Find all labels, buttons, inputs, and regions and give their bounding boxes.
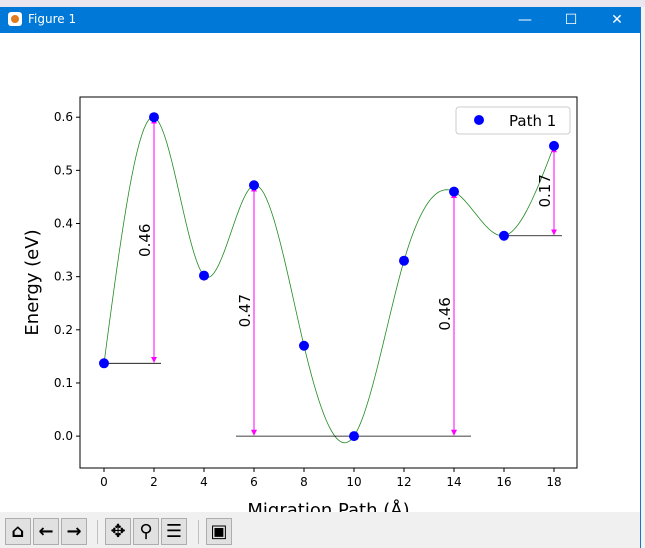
y-tick-label: 0.2 [54, 323, 73, 337]
minimize-button[interactable]: — [502, 7, 548, 33]
matplotlib-app-icon [8, 12, 22, 26]
data-point [349, 431, 359, 442]
close-icon: ✕ [611, 12, 623, 28]
data-point [149, 112, 159, 123]
legend-label: Path 1 [509, 112, 556, 130]
plot-canvas: 0.46 0.47 0.46 0.17 0 2 4 6 8 10 12 14 16 18 0.0 0.1 0.2… [22, 96, 578, 512]
x-axis-label: Migration Path (Å) [247, 499, 409, 512]
barrier-label: 0.46 [436, 297, 454, 330]
minimize-icon: — [518, 12, 532, 28]
x-tick-label: 14 [446, 475, 461, 489]
home-icon: ⌂ [11, 521, 25, 542]
x-tick-label: 2 [150, 475, 158, 489]
pan-button[interactable]: ✥ [105, 518, 131, 545]
x-tick-label: 12 [396, 475, 411, 489]
x-tick-label: 10 [346, 475, 361, 489]
zoom-button[interactable]: ⚲ [133, 518, 159, 545]
y-tick-label: 0.5 [54, 163, 73, 177]
barrier-label: 0.46 [136, 224, 154, 257]
x-tick-label: 4 [200, 475, 208, 489]
legend-marker [474, 115, 484, 125]
y-tick-label: 0.0 [54, 429, 73, 443]
y-tick-label: 0.1 [54, 376, 73, 390]
y-tick-label: 0.6 [54, 110, 73, 124]
arrow-right-icon: → [66, 521, 82, 542]
data-point [299, 340, 309, 351]
move-icon: ✥ [110, 521, 126, 542]
x-tick-label: 6 [250, 475, 258, 489]
maximize-icon: ☐ [564, 12, 578, 28]
x-tick-label: 8 [300, 475, 308, 489]
data-point [499, 230, 509, 241]
save-button[interactable]: ▣ [206, 518, 232, 545]
figure-window: Figure 1 — ☐ ✕ 0.46 0.47 0.46 0.17 0 2 4 6 8 10 12… [0, 7, 641, 548]
x-tick-label: 16 [496, 475, 511, 489]
navigation-toolbar: ⌂ ← → ✥ ⚲ ☰ ▣ [0, 512, 640, 548]
barrier-label: 0.17 [536, 174, 554, 207]
data-point [549, 140, 559, 151]
axes-frame [79, 96, 578, 469]
sliders-icon: ☰ [165, 521, 183, 542]
barrier-label: 0.47 [236, 294, 254, 327]
x-tick-label: 18 [546, 475, 561, 489]
close-button[interactable]: ✕ [594, 7, 640, 33]
arrow-left-icon: ← [38, 521, 54, 542]
toolbar-separator [97, 520, 98, 544]
data-point [199, 270, 209, 281]
configure-button[interactable]: ☰ [161, 518, 187, 545]
floppy-disk-icon: ▣ [210, 521, 228, 542]
forward-button[interactable]: → [61, 518, 87, 545]
y-axis-label: Energy (eV) [22, 229, 43, 335]
y-tick-label: 0.3 [54, 270, 73, 284]
title-bar: Figure 1 — ☐ ✕ [0, 7, 640, 33]
maximize-button[interactable]: ☐ [548, 7, 594, 33]
y-tick-label: 0.4 [54, 217, 73, 231]
data-point [99, 358, 109, 369]
data-point [449, 186, 459, 197]
x-tick-label: 0 [100, 475, 108, 489]
back-button[interactable]: ← [33, 518, 59, 545]
background-strip [0, 0, 645, 7]
toolbar-separator [198, 520, 199, 544]
magnifier-icon: ⚲ [139, 521, 153, 542]
energy-spline [103, 116, 555, 444]
data-point [399, 255, 409, 266]
window-title: Figure 1 [28, 12, 77, 26]
data-point [249, 180, 259, 191]
home-button[interactable]: ⌂ [5, 518, 31, 545]
